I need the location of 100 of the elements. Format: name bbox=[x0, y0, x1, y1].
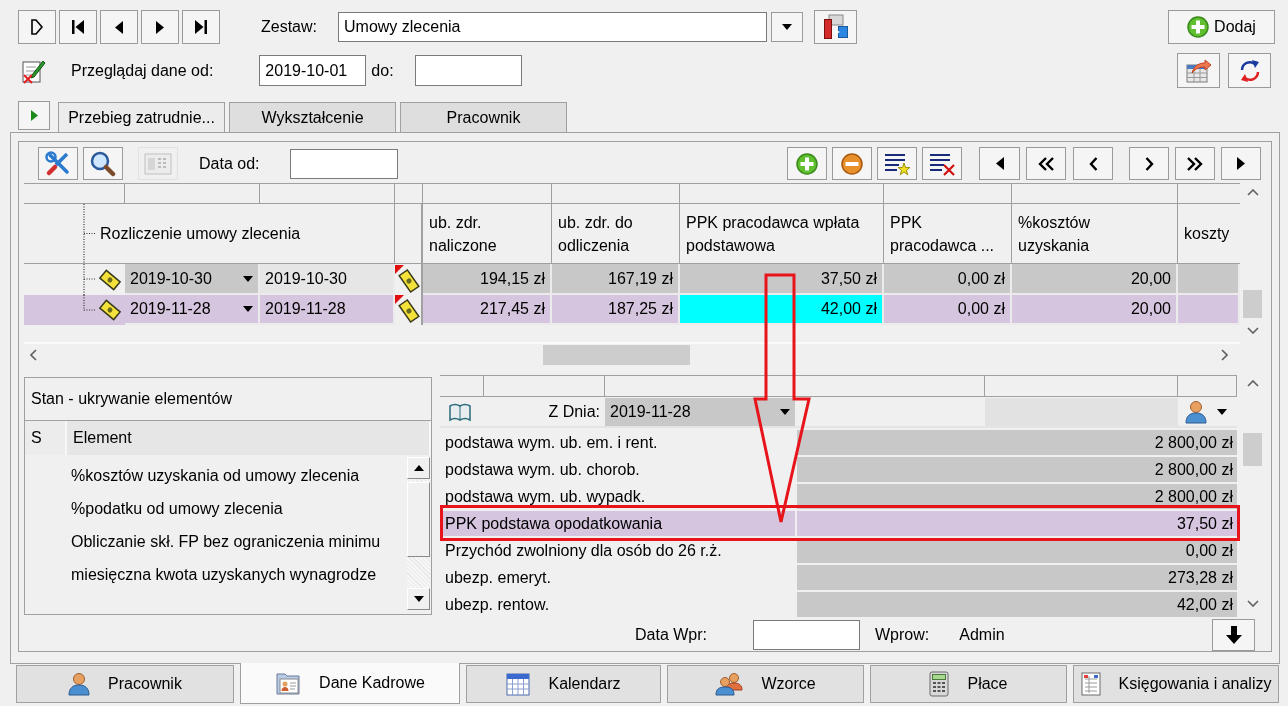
scrollbar-thumb[interactable] bbox=[407, 482, 430, 557]
date-to-field[interactable] bbox=[414, 55, 522, 86]
tab[interactable]: Wykształcenie bbox=[229, 102, 396, 132]
table-cell: 20,00 bbox=[1012, 295, 1178, 325]
last-record-button[interactable] bbox=[182, 10, 220, 44]
triangle-left-icon bbox=[995, 157, 1004, 170]
skip-back-icon bbox=[72, 20, 84, 34]
skip-forward-icon bbox=[195, 20, 207, 34]
blank-cell bbox=[1178, 295, 1240, 325]
staff-data-tab[interactable]: Dane Kadrowe bbox=[240, 663, 460, 704]
date-from-field[interactable]: 2019-10-01 bbox=[259, 55, 367, 86]
scrollbar-thumb[interactable] bbox=[543, 344, 690, 365]
scroll-down-button[interactable] bbox=[407, 588, 430, 610]
entry-date-field[interactable] bbox=[753, 620, 860, 650]
triangle-up-icon bbox=[413, 465, 424, 471]
value-cell: 37,50 zł bbox=[797, 511, 1237, 536]
panel-title: Stan - ukrywanie elementów bbox=[31, 390, 232, 408]
row-label: podstawa wym. ub. wypadk. bbox=[444, 486, 647, 507]
calendar-tab[interactable]: Kalendarz bbox=[466, 665, 661, 703]
next-page-button[interactable] bbox=[1129, 147, 1169, 180]
book-icon bbox=[448, 401, 472, 422]
calendar-icon bbox=[506, 672, 531, 696]
scroll-up-button[interactable] bbox=[407, 457, 430, 479]
date-field[interactable] bbox=[290, 148, 399, 179]
column-header: S bbox=[25, 421, 67, 455]
table-cell: 194,15 zł bbox=[423, 264, 552, 295]
tab[interactable]: Przebieg zatrudnie... bbox=[58, 102, 225, 132]
arrow-down-icon bbox=[1225, 626, 1242, 644]
table-cell: 187,25 zł bbox=[552, 295, 680, 325]
dropdown-button[interactable] bbox=[771, 12, 803, 42]
scrollbar-thumb[interactable] bbox=[1243, 290, 1262, 318]
add-row-button[interactable] bbox=[787, 147, 827, 180]
table-cell: 42,00 zł bbox=[680, 295, 884, 325]
panels-arrow-icon bbox=[822, 14, 849, 40]
id-card-icon bbox=[275, 670, 302, 696]
date-label: Z Dnia: bbox=[548, 402, 600, 421]
table-cell: 2019-11-28 bbox=[260, 295, 395, 325]
list-item[interactable]: %kosztów uzyskania od umowy zlecenia bbox=[25, 459, 407, 492]
first-page-button[interactable] bbox=[1026, 147, 1066, 180]
caret-down-icon bbox=[780, 408, 790, 415]
row-label: podstawa wym. ub. chorob. bbox=[444, 459, 641, 480]
payroll-tab[interactable]: Płace bbox=[870, 665, 1067, 703]
date-from-label: Przeglądaj dane od: bbox=[71, 61, 214, 80]
next-record-button[interactable] bbox=[141, 10, 179, 44]
previous-page-button[interactable] bbox=[1073, 147, 1113, 180]
tab[interactable]: Pracownik bbox=[400, 102, 567, 132]
list-item[interactable]: miesięczna kwota uzyskanych wynagrodze bbox=[25, 558, 407, 591]
keypad-icon bbox=[144, 152, 172, 175]
clear-list-button[interactable] bbox=[922, 147, 962, 180]
banknote-flag-icon bbox=[395, 264, 421, 295]
search-icon bbox=[90, 150, 116, 177]
expand-button[interactable] bbox=[18, 101, 50, 130]
blank-cell bbox=[1178, 264, 1240, 295]
chevron-left-icon bbox=[1088, 156, 1098, 171]
date-dropdown[interactable]: 2019-11-28 bbox=[125, 295, 260, 325]
previous-record-button[interactable] bbox=[100, 10, 138, 44]
caret-down-icon bbox=[243, 306, 253, 312]
chevron-up-icon bbox=[1246, 189, 1259, 196]
employee-tab[interactable]: Pracownik bbox=[16, 665, 234, 703]
remove-row-button[interactable] bbox=[832, 147, 872, 180]
move-down-button[interactable] bbox=[1212, 619, 1255, 651]
add-button[interactable]: Dodaj bbox=[1168, 10, 1275, 44]
date-dropdown[interactable]: 2019-11-28 bbox=[605, 397, 795, 426]
scroll-left-button[interactable] bbox=[979, 147, 1020, 180]
list-cross-icon bbox=[928, 151, 956, 176]
row-label: podstawa wym. ub. em. i rent. bbox=[444, 432, 659, 453]
date-to-label: do: bbox=[371, 61, 394, 80]
triangle-right-icon bbox=[156, 20, 164, 34]
tools-button[interactable] bbox=[38, 147, 78, 180]
triangle-down-icon bbox=[413, 596, 424, 602]
tools-icon bbox=[45, 150, 71, 177]
add-list-button[interactable] bbox=[877, 147, 917, 180]
report-button[interactable] bbox=[1177, 53, 1220, 88]
minus-circle-icon bbox=[841, 152, 863, 175]
row-label: ubezp. emeryt. bbox=[444, 567, 552, 588]
layout-button[interactable] bbox=[814, 10, 857, 44]
scroll-right-button[interactable] bbox=[1221, 147, 1261, 180]
last-page-button[interactable] bbox=[1175, 147, 1215, 180]
templates-tab[interactable]: Wzorce bbox=[667, 665, 864, 703]
set-field[interactable]: Umowy zlecenia bbox=[338, 12, 767, 42]
first-record-button[interactable] bbox=[59, 10, 97, 44]
row-label: Przychód zwolniony dla osób do 26 r.ż. bbox=[444, 540, 723, 561]
search-button[interactable] bbox=[83, 147, 123, 180]
new-record-button[interactable] bbox=[18, 10, 56, 44]
table-cell: 37,50 zł bbox=[680, 264, 884, 295]
list-item[interactable]: Obliczanie skł. FP bez ograniczenia minimu bbox=[25, 525, 407, 558]
date-label: Data od: bbox=[199, 154, 260, 173]
refresh-button[interactable] bbox=[1228, 53, 1271, 88]
list-item[interactable]: %podatku od umowy zlecenia bbox=[25, 492, 407, 525]
value-cell: 2 800,00 zł bbox=[797, 484, 1237, 509]
accounting-tab[interactable]: Księgowania i analizy bbox=[1073, 665, 1279, 703]
play-outline-icon bbox=[31, 19, 43, 35]
chevron-down-icon bbox=[1246, 327, 1259, 334]
banknote-flag-icon bbox=[395, 295, 421, 325]
date-dropdown[interactable]: 2019-10-30 bbox=[125, 264, 260, 295]
triangle-right-icon bbox=[1237, 157, 1245, 170]
table-cell: 2019-10-30 bbox=[260, 264, 395, 295]
value-cell: 273,28 zł bbox=[797, 565, 1237, 590]
tree-node-label: Rozliczenie umowy zlecenia bbox=[100, 224, 301, 243]
scrollbar-thumb[interactable] bbox=[1243, 433, 1262, 466]
